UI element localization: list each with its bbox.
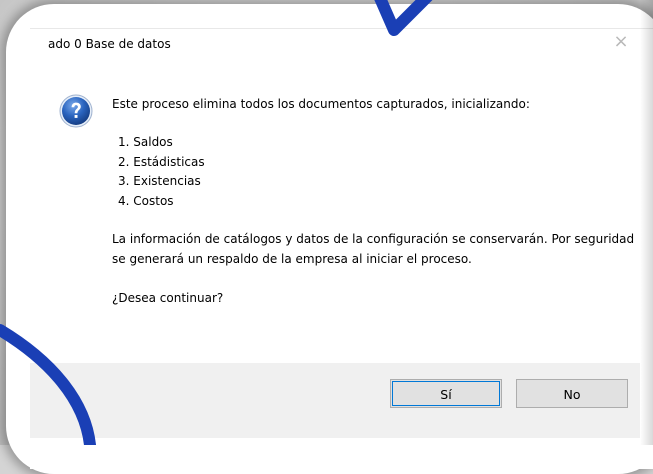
- annotation-overlay: [0, 0, 433, 445]
- annotation-arrow-top: [374, 0, 433, 36]
- annotation-curve-bottom: [0, 324, 96, 445]
